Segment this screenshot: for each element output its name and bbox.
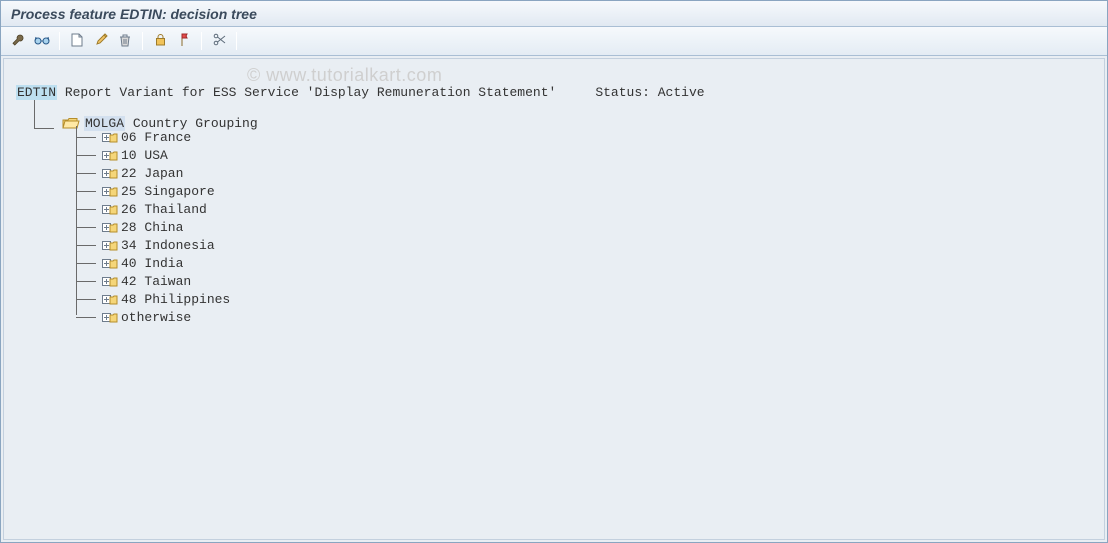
new-doc-button[interactable] — [66, 31, 88, 52]
tree-node[interactable]: 10 USA — [76, 146, 1092, 164]
expand-icon[interactable] — [102, 222, 116, 233]
flag-button[interactable] — [173, 31, 195, 52]
expand-icon[interactable] — [102, 240, 116, 251]
root-description: Report Variant for ESS Service 'Display … — [65, 85, 556, 100]
tree-node-label: 42 Taiwan — [121, 274, 191, 289]
trash-button[interactable] — [114, 31, 136, 52]
tree-node[interactable]: 26 Thailand — [76, 200, 1092, 218]
wrench-button[interactable] — [7, 31, 29, 52]
tree-area: EDTIN Report Variant for ESS Service 'Di… — [3, 58, 1105, 540]
trash-icon — [119, 33, 131, 50]
tree-node[interactable]: otherwise — [76, 308, 1092, 326]
expand-icon[interactable] — [102, 294, 116, 305]
tree-node-label: 34 Indonesia — [121, 238, 215, 253]
lock-icon — [155, 33, 166, 49]
expand-icon[interactable] — [102, 150, 116, 161]
tree-node[interactable]: 40 India — [76, 254, 1092, 272]
toolbar-separator — [142, 32, 143, 50]
tree-node[interactable]: 25 Singapore — [76, 182, 1092, 200]
expand-icon[interactable] — [102, 186, 116, 197]
root-code: EDTIN — [16, 85, 57, 100]
tree-node[interactable]: 28 China — [76, 218, 1092, 236]
expand-icon[interactable] — [102, 276, 116, 287]
tree-node-label: 10 USA — [121, 148, 168, 163]
tree-node[interactable]: 22 Japan — [76, 164, 1092, 182]
tree-node-label: 26 Thailand — [121, 202, 207, 217]
toolbar-separator — [236, 32, 237, 50]
toolbar-separator — [59, 32, 60, 50]
tree-node-label: 40 India — [121, 256, 183, 271]
page-title: Process feature EDTIN: decision tree — [11, 6, 257, 22]
toolbar — [1, 27, 1107, 56]
tree-node-label: 48 Philippines — [121, 292, 230, 307]
pencil-icon — [95, 33, 108, 49]
tree-node-label: 28 China — [121, 220, 183, 235]
tree-node[interactable]: 34 Indonesia — [76, 236, 1092, 254]
status-value: Active — [658, 85, 705, 100]
expand-icon[interactable] — [102, 312, 116, 323]
expand-icon[interactable] — [102, 204, 116, 215]
tree-branch: MOLGA Country Grouping 06 France 10 USA 22… — [34, 104, 1092, 326]
tree-node[interactable]: 42 Taiwan — [76, 272, 1092, 290]
tree-children: 06 France 10 USA 22 Japan 25 Singapore 26 Th… — [76, 128, 1092, 326]
tree-root-row[interactable]: EDTIN Report Variant for ESS Service 'Di… — [16, 85, 1092, 100]
flag-icon — [179, 33, 189, 50]
glasses-button[interactable] — [31, 31, 53, 52]
toolbar-separator — [201, 32, 202, 50]
tree-node[interactable]: 48 Philippines — [76, 290, 1092, 308]
tree-node[interactable]: 06 France — [76, 128, 1092, 146]
tree-node-label: 25 Singapore — [121, 184, 215, 199]
new-doc-icon — [71, 33, 83, 50]
tree-node-molga[interactable]: MOLGA Country Grouping — [34, 104, 1092, 128]
scissors-icon — [213, 33, 226, 49]
title-bar: Process feature EDTIN: decision tree — [1, 1, 1107, 27]
wrench-icon — [11, 33, 25, 50]
pencil-button[interactable] — [90, 31, 112, 52]
tree-node-label: otherwise — [121, 310, 191, 325]
tree-node-label: 06 France — [121, 130, 191, 145]
tree-node-label: 22 Japan — [121, 166, 183, 181]
expand-icon[interactable] — [102, 132, 116, 143]
expand-icon[interactable] — [102, 258, 116, 269]
lock-button[interactable] — [149, 31, 171, 52]
scissors-button[interactable] — [208, 31, 230, 52]
glasses-icon — [34, 34, 50, 49]
status-label: Status: — [595, 85, 650, 100]
expand-icon[interactable] — [102, 168, 116, 179]
